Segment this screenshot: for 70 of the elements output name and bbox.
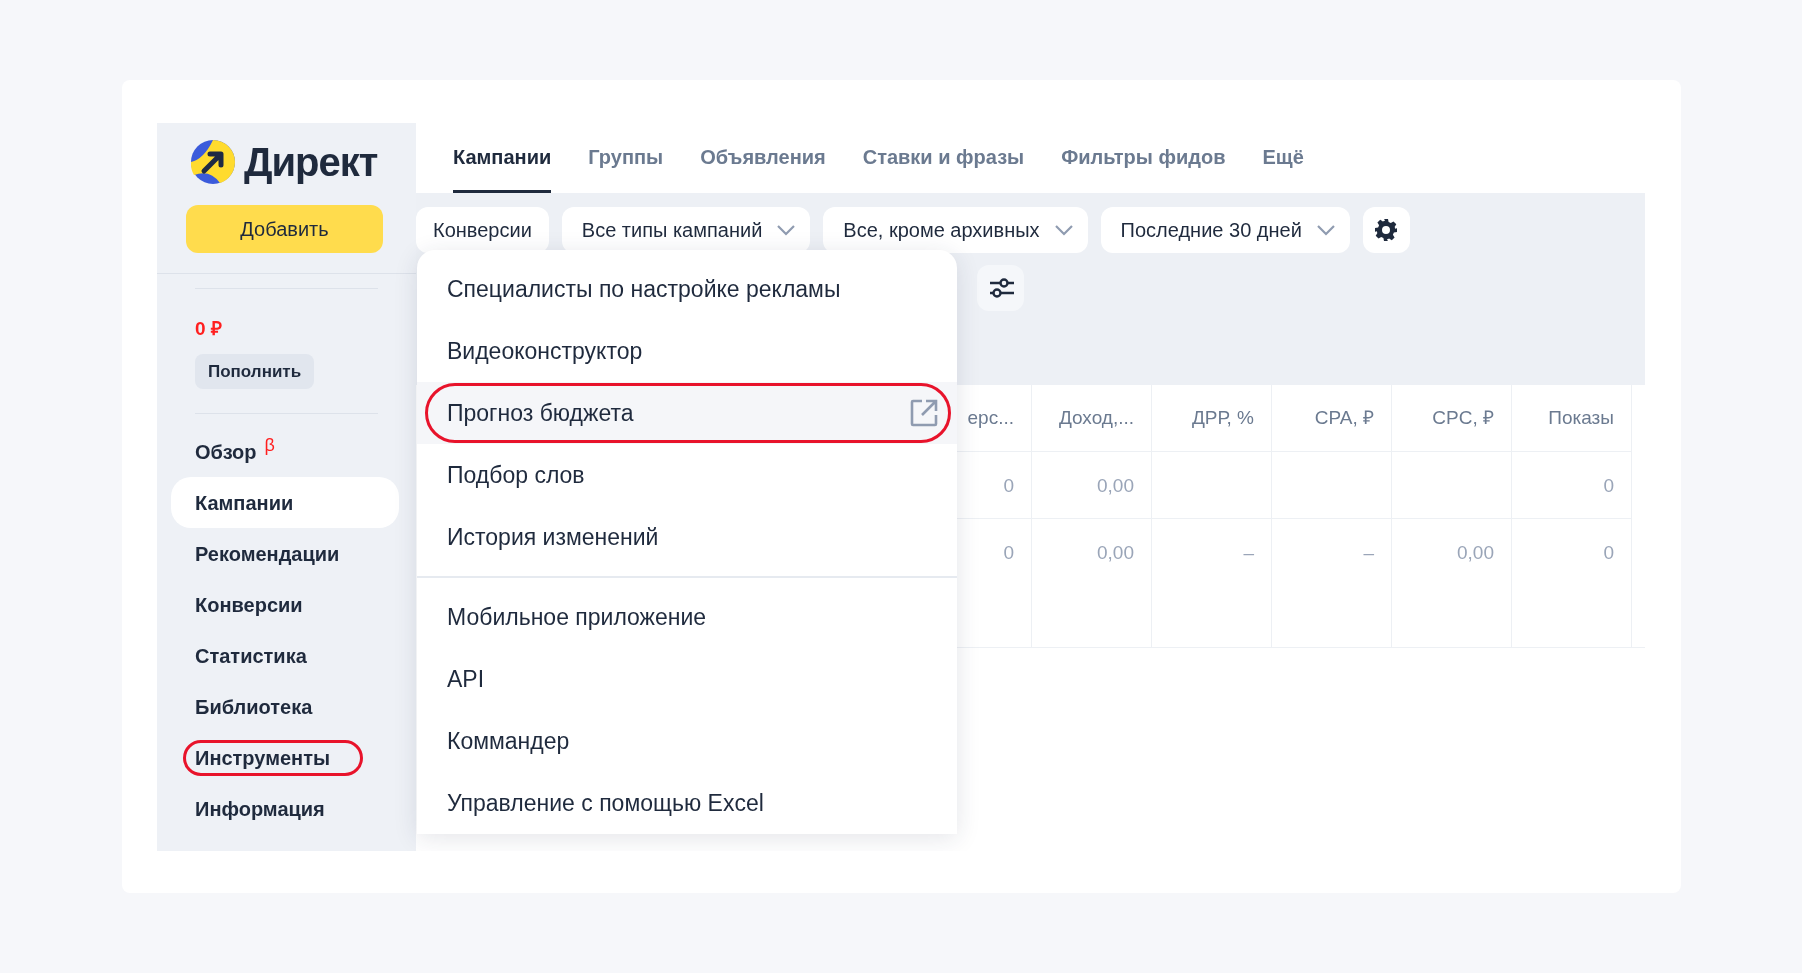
menu-label: Подбор слов [447,460,585,490]
nav-label: Информация [195,796,325,822]
filter-dropdown[interactable]: Последние 30 дней [1100,207,1350,253]
menu-label: Управление с помощью Excel [447,788,764,818]
nav-label: Кампании [195,490,294,516]
menu-item[interactable]: Коммандер [417,710,957,772]
menu-item[interactable]: Подбор слов [417,444,957,506]
nav-label: Статистика [195,643,307,669]
nav-label: Инструменты [195,745,331,771]
menu-item[interactable]: API [417,648,957,710]
nav-label: Обзор [195,439,257,465]
column-header: Доход,... [1032,385,1152,451]
chevron-down-icon [776,224,797,236]
table-cell-text: 0,00 [1097,541,1134,563]
nav-item[interactable]: Конверсии [171,579,399,630]
menu-item[interactable]: Специалисты по настройке рекламы [417,258,957,320]
tab[interactable]: Объявления [700,123,826,193]
menu-item[interactable]: Управление с помощью Excel [417,772,957,834]
table-cell-text: 0 [1603,541,1614,563]
menu-item[interactable]: Прогноз бюджета [417,382,957,444]
menu-label: Специалисты по настройке рекламы [447,274,841,304]
table-cell-text: 0 [1003,474,1014,496]
menu-item[interactable]: Мобильное приложение [417,586,957,648]
column-header: Показы [1512,385,1632,451]
menu-label: Прогноз бюджета [447,398,634,428]
column-header: ДРР, % [1152,385,1272,451]
nav-item[interactable]: Статистика [171,630,399,681]
table-cell-text: 0 [1603,474,1614,496]
column-header: CPC, ₽ [1392,385,1512,451]
filter-dropdown[interactable]: Все типы кампаний [561,207,811,253]
menu-label: Коммандер [447,726,570,756]
menu-label: Видеоконструктор [447,336,643,366]
menu-label: Мобильное приложение [447,602,707,632]
nav-label: Библиотека [195,694,313,720]
nav-label: Рекомендации [195,541,340,567]
tab[interactable]: Фильтры фидов [1061,123,1226,193]
add-button[interactable]: Добавить [186,205,383,253]
nav-item[interactable]: Обзор β [171,426,399,477]
top-up-button[interactable]: Пополнить [195,354,315,389]
logo-text: Директ [244,142,378,182]
menu-label: История изменений [447,522,659,552]
settings-button[interactable] [1362,207,1410,253]
filter-dropdown[interactable]: Все, кроме архивных [823,207,1088,253]
menu-label: API [447,664,485,694]
nav-item[interactable]: Информация [171,783,399,834]
table-cell-text: 0 [1003,541,1014,563]
menu-item[interactable]: Видеоконструктор [417,320,957,382]
settings-icon [1374,218,1399,242]
balance-amount: 0 ₽ [195,319,223,338]
sliders-icon [987,276,1014,300]
table-cell-text: – [1243,541,1254,563]
logo-icon [190,139,236,185]
filter-settings-button[interactable] [977,265,1024,311]
tab[interactable]: Ещё [1262,123,1304,193]
tab[interactable]: Ставки и фразы [862,123,1025,193]
beta-label: β [264,434,275,457]
chevron-down-icon [1315,224,1336,236]
column-header: CPA, ₽ [1272,385,1392,451]
chevron-down-icon [1053,224,1074,236]
nav-item[interactable]: Библиотека [171,681,399,732]
nav-label: Конверсии [195,592,303,618]
table-cell-text: 0,00 [1457,541,1494,563]
filter-button[interactable]: Конверсии [416,207,549,253]
tab[interactable]: Группы [588,123,664,193]
table-cell-text: – [1363,541,1374,563]
external-link-icon [909,398,939,428]
menu-item[interactable]: История изменений [417,506,957,568]
nav-item[interactable]: Кампании [171,477,399,528]
table-cell-text: 0,00 [1097,474,1134,496]
nav-item[interactable]: Рекомендации [171,528,399,579]
